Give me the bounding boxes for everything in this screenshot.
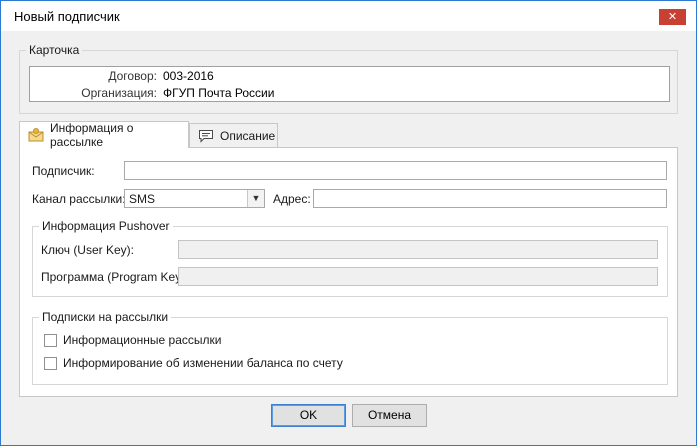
title-bar[interactable]: Новый подписчик ✕ — [1, 1, 696, 31]
subscriber-input[interactable] — [124, 161, 667, 180]
tab-mailing-info[interactable]: Информация о рассылке — [19, 121, 189, 149]
close-button[interactable]: ✕ — [659, 9, 686, 25]
address-label: Адрес: — [273, 192, 311, 206]
user-key-input[interactable] — [178, 240, 658, 259]
comment-icon — [198, 129, 214, 143]
tab-description-label: Описание — [220, 129, 276, 143]
subscriber-label: Подписчик: — [32, 164, 95, 178]
organization-label: Организация: — [81, 86, 157, 100]
ok-button[interactable]: OK — [271, 404, 346, 427]
subscription-item-info-mailings[interactable]: Информационные рассылки — [44, 333, 221, 347]
cancel-button[interactable]: Отмена — [352, 404, 427, 427]
subscriptions-group: Подписки на рассылки Информационные расс… — [32, 310, 668, 385]
program-key-input[interactable] — [178, 267, 658, 286]
subscriptions-legend: Подписки на рассылки — [39, 310, 172, 324]
subscription-item-balance-change[interactable]: Информирование об изменении баланса по с… — [44, 356, 343, 370]
contract-label: Договор: — [108, 69, 157, 83]
dialog-window: Новый подписчик ✕ Карточка Договор: 003-… — [0, 0, 697, 446]
contract-value: 003-2016 — [163, 69, 214, 83]
card-info-panel: Договор: 003-2016 Организация: ФГУП Почт… — [29, 66, 670, 102]
program-key-label: Программа (Program Key): — [41, 270, 189, 284]
tab-panel-mailing-info: Подписчик: Канал рассылки: SMS ▼ Адрес: … — [19, 147, 678, 397]
address-input[interactable] — [313, 189, 667, 208]
balance-change-label: Информирование об изменении баланса по с… — [63, 356, 343, 370]
window-title: Новый подписчик — [14, 9, 120, 24]
balance-change-checkbox[interactable] — [44, 356, 57, 370]
channel-label: Канал рассылки: — [32, 192, 126, 206]
card-legend: Карточка — [26, 43, 83, 57]
chevron-down-icon[interactable]: ▼ — [247, 190, 264, 207]
mail-envelope-icon — [28, 128, 44, 142]
info-mailings-checkbox[interactable] — [44, 333, 57, 347]
info-mailings-label: Информационные рассылки — [63, 333, 222, 347]
tab-mailing-info-label: Информация о рассылке — [50, 121, 134, 149]
channel-select[interactable]: SMS ▼ — [124, 189, 265, 208]
organization-value: ФГУП Почта России — [163, 86, 275, 100]
tab-description[interactable]: Описание — [189, 123, 278, 148]
pushover-group: Информация Pushover Ключ (User Key): Про… — [32, 219, 668, 297]
user-key-label: Ключ (User Key): — [41, 243, 134, 257]
channel-select-value: SMS — [129, 192, 156, 206]
pushover-legend: Информация Pushover — [39, 219, 173, 233]
close-icon: ✕ — [667, 11, 678, 23]
